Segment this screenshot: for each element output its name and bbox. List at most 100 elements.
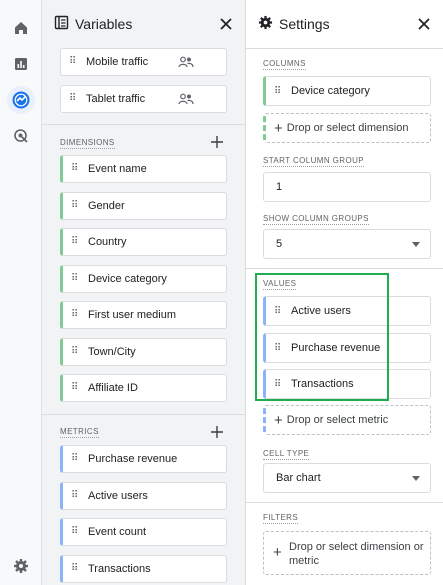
cell-type-select[interactable]: Bar chart xyxy=(263,463,431,493)
settings-icon[interactable] xyxy=(7,552,35,580)
value-label: Active users xyxy=(291,305,351,317)
drag-handle-icon[interactable]: ⠿ xyxy=(69,94,79,104)
metric-card[interactable]: ⠿ Active users xyxy=(60,482,227,510)
values-label: VALUES xyxy=(263,279,297,290)
drag-handle-icon[interactable]: ⠿ xyxy=(71,491,81,501)
user-segment-icon xyxy=(178,56,194,68)
drag-handle-icon[interactable]: ⠿ xyxy=(71,310,81,320)
left-nav-rail xyxy=(0,0,42,585)
metrics-label: METRICS xyxy=(60,427,99,438)
drag-handle-icon[interactable]: ⠿ xyxy=(69,57,79,67)
value-label: Purchase revenue xyxy=(291,342,381,354)
cell-type-value: Bar chart xyxy=(276,472,321,484)
value-card[interactable]: ⠿ Purchase revenue xyxy=(263,333,431,363)
drag-handle-icon[interactable]: ⠿ xyxy=(71,274,81,284)
drag-handle-icon[interactable]: ⠿ xyxy=(274,379,284,390)
dimension-card[interactable]: ⠿ Affiliate ID xyxy=(60,374,227,402)
divider xyxy=(42,124,245,125)
settings-panel-icon xyxy=(258,15,273,33)
settings-header: Settings xyxy=(246,0,443,48)
dimension-card[interactable]: ⠿ Gender xyxy=(60,192,227,220)
divider xyxy=(246,268,443,269)
start-column-group-input[interactable]: 1 xyxy=(263,172,431,202)
advertising-icon[interactable] xyxy=(7,122,35,150)
close-variables-icon[interactable] xyxy=(217,15,235,33)
variables-panel: Variables ⠿ Mobile traffic ⠿ Tablet traf… xyxy=(42,0,246,585)
drag-handle-icon[interactable]: ⠿ xyxy=(274,343,284,354)
dimension-label: Event name xyxy=(88,163,147,175)
drag-handle-icon[interactable]: ⠿ xyxy=(274,86,284,97)
dimension-label: Gender xyxy=(88,200,125,212)
explore-icon[interactable] xyxy=(7,86,35,114)
value-card[interactable]: ⠿ Transactions xyxy=(263,369,431,399)
metric-label: Purchase revenue xyxy=(88,453,178,465)
user-segment-icon xyxy=(178,93,194,105)
show-column-groups-select[interactable]: 5 xyxy=(263,229,431,259)
show-column-groups-value: 5 xyxy=(276,238,283,250)
variables-header: Variables xyxy=(42,0,245,48)
settings-title: Settings xyxy=(279,16,330,32)
dimension-label: Town/City xyxy=(88,346,136,358)
drag-handle-icon[interactable]: ⠿ xyxy=(71,527,81,537)
close-settings-icon[interactable] xyxy=(415,15,433,33)
drag-handle-icon[interactable]: ⠿ xyxy=(274,306,284,317)
metric-card[interactable]: ⠿ Transactions xyxy=(60,555,227,583)
drop-metric-zone[interactable]: + Drop or select metric xyxy=(263,405,431,435)
drop-dimension-label: Drop or select dimension xyxy=(286,122,409,134)
metric-card[interactable]: ⠿ Event count xyxy=(60,518,227,546)
plus-icon: + xyxy=(274,411,283,429)
drop-metric-label: Drop or select metric xyxy=(286,414,389,426)
drop-filter-zone[interactable]: + Drop or select dimension or metric xyxy=(263,531,431,575)
variables-panel-icon xyxy=(54,15,69,33)
add-dimension-icon[interactable] xyxy=(211,136,223,148)
segment-label: Mobile traffic xyxy=(86,56,149,68)
drag-handle-icon[interactable]: ⠿ xyxy=(71,164,81,174)
columns-label: COLUMNS xyxy=(263,59,306,70)
cell-type-label: CELL TYPE xyxy=(263,449,310,460)
settings-panel: Settings COLUMNS ⠿ Device category + Drop … xyxy=(246,0,443,585)
dimension-card[interactable]: ⠿ Event name xyxy=(60,155,227,183)
plus-icon: + xyxy=(273,544,282,561)
plus-icon: + xyxy=(274,119,283,137)
reports-icon[interactable] xyxy=(7,50,35,78)
dimensions-label: DIMENSIONS xyxy=(60,138,115,149)
value-label: Transactions xyxy=(291,378,354,390)
start-column-group-label: START COLUMN GROUP xyxy=(263,156,364,167)
filters-label: FILTERS xyxy=(263,513,299,524)
dimension-card[interactable]: ⠿ First user medium xyxy=(60,301,227,329)
dimension-label: First user medium xyxy=(88,309,177,321)
column-card[interactable]: ⠿ Device category xyxy=(263,76,431,106)
drag-handle-icon[interactable]: ⠿ xyxy=(71,564,81,574)
dimension-label: Device category xyxy=(88,273,167,285)
dimension-label: Affiliate ID xyxy=(88,382,138,394)
dimension-label: Country xyxy=(88,236,127,248)
variables-title: Variables xyxy=(75,16,133,32)
column-label: Device category xyxy=(291,85,370,97)
drag-handle-icon[interactable]: ⠿ xyxy=(71,383,81,393)
metric-label: Transactions xyxy=(88,563,151,575)
divider xyxy=(246,502,443,503)
dropdown-arrow-icon xyxy=(412,242,420,247)
drag-handle-icon[interactable]: ⠿ xyxy=(71,237,81,247)
dropdown-arrow-icon xyxy=(412,476,420,481)
drag-handle-icon[interactable]: ⠿ xyxy=(71,454,81,464)
drop-dimension-zone[interactable]: + Drop or select dimension xyxy=(263,113,431,143)
divider xyxy=(42,414,245,415)
start-column-group-value: 1 xyxy=(276,181,283,193)
metric-label: Active users xyxy=(88,490,148,502)
add-metric-icon[interactable] xyxy=(211,426,223,438)
segment-card[interactable]: ⠿ Mobile traffic xyxy=(60,48,227,76)
divider xyxy=(246,48,443,49)
segment-label: Tablet traffic xyxy=(86,93,146,105)
drag-handle-icon[interactable]: ⠿ xyxy=(71,347,81,357)
dimension-card[interactable]: ⠿ Town/City xyxy=(60,338,227,366)
metric-label: Event count xyxy=(88,526,147,538)
home-icon[interactable] xyxy=(7,14,35,42)
drag-handle-icon[interactable]: ⠿ xyxy=(71,201,81,211)
metric-card[interactable]: ⠿ Purchase revenue xyxy=(60,445,227,473)
dimension-card[interactable]: ⠿ Country xyxy=(60,228,227,256)
value-card[interactable]: ⠿ Active users xyxy=(263,296,431,326)
segment-card[interactable]: ⠿ Tablet traffic xyxy=(60,85,227,113)
show-column-groups-label: SHOW COLUMN GROUPS xyxy=(263,214,369,225)
dimension-card[interactable]: ⠿ Device category xyxy=(60,265,227,293)
